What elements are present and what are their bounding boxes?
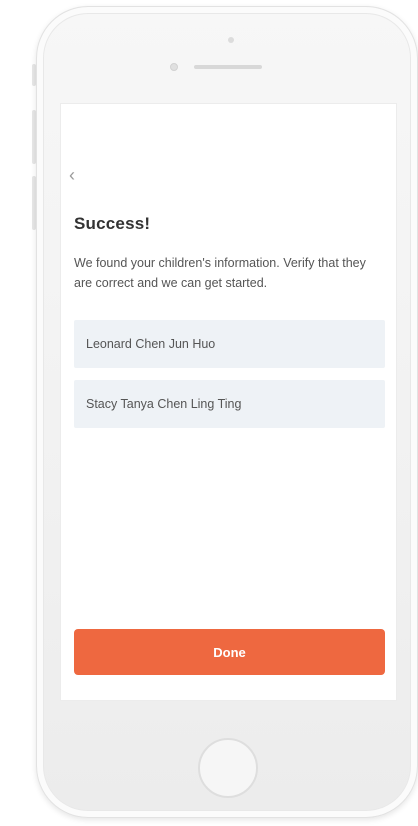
home-button-icon[interactable] [198, 738, 258, 798]
front-sensor-icon [170, 63, 178, 71]
child-item[interactable]: Leonard Chen Jun Huo [74, 320, 385, 368]
camera-icon [228, 37, 234, 43]
child-name: Stacy Tanya Chen Ling Ting [86, 397, 242, 411]
phone-screen: ‹ Success! We found your children's info… [60, 103, 397, 701]
earpiece-speaker [194, 65, 262, 69]
page-subtitle: We found your children's information. Ve… [74, 256, 366, 290]
device-mockup: ‹ Success! We found your children's info… [0, 0, 418, 826]
done-button[interactable]: Done [74, 629, 385, 675]
page-title: Success! [74, 214, 151, 233]
chevron-left-icon[interactable]: ‹ [69, 164, 91, 186]
child-name: Leonard Chen Jun Huo [86, 337, 216, 351]
child-item[interactable]: Stacy Tanya Chen Ling Ting [74, 380, 385, 428]
